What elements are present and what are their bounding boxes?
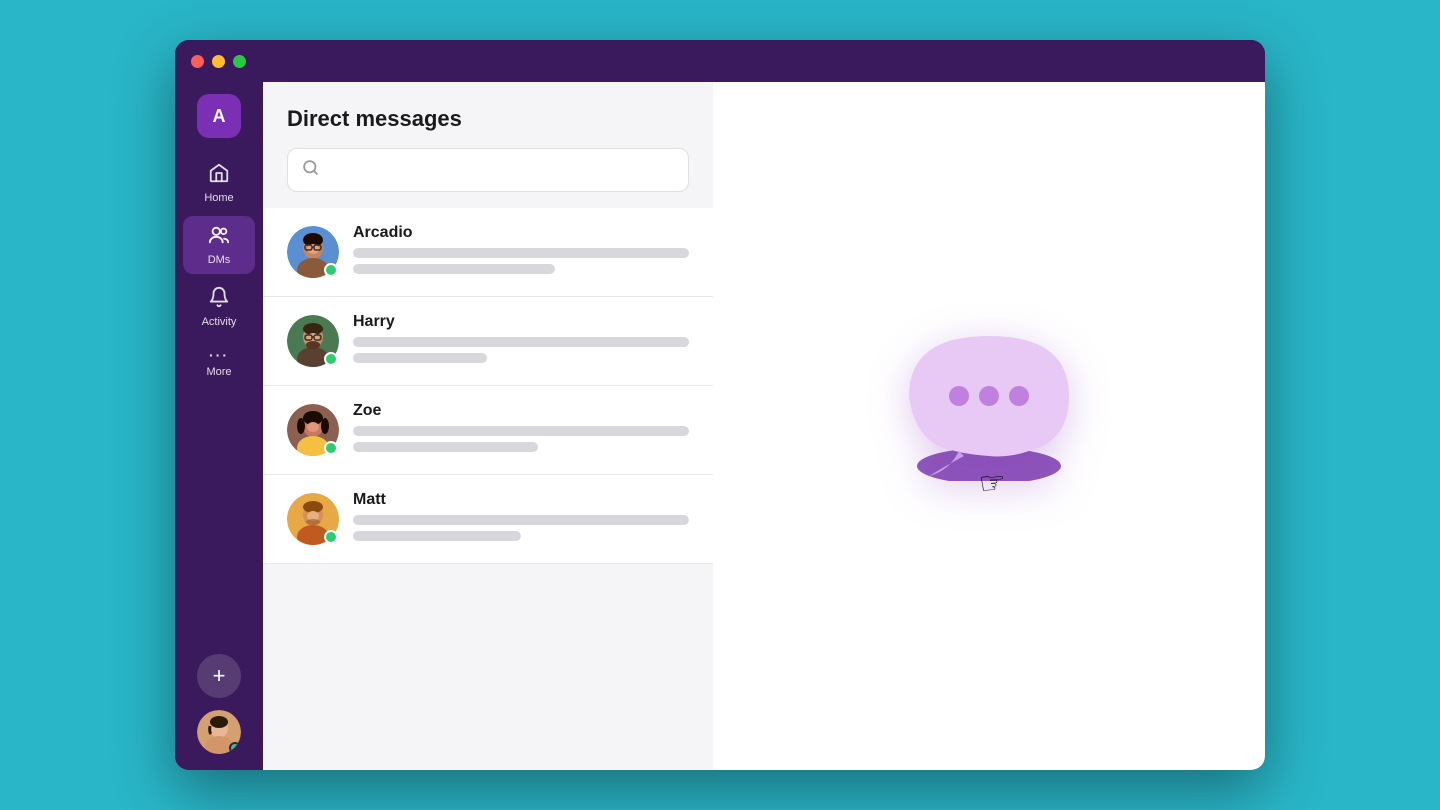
activity-icon: [208, 286, 230, 312]
matt-preview-1: [353, 515, 689, 525]
cursor-hand-icon: ☞: [978, 465, 1008, 502]
arcadio-preview-2: [353, 264, 555, 274]
arcadio-preview-1: [353, 248, 689, 258]
sidebar-item-more[interactable]: ··· More: [183, 340, 255, 386]
dm-item-harry[interactable]: Harry: [263, 297, 713, 386]
arcadio-name: Arcadio: [353, 224, 689, 242]
sidebar-item-activity[interactable]: Activity: [183, 278, 255, 336]
title-bar: [175, 40, 1265, 82]
arcadio-info: Arcadio: [353, 224, 689, 280]
dm-panel: Direct messages: [263, 82, 713, 770]
sidebar-user-initial[interactable]: A: [197, 94, 241, 138]
mascot-bubble-svg: [899, 326, 1079, 481]
zoe-name: Zoe: [353, 402, 689, 420]
user-online-status: [229, 742, 241, 754]
matt-info: Matt: [353, 491, 689, 547]
dms-icon: [208, 224, 230, 250]
add-conversation-button[interactable]: +: [197, 654, 241, 698]
sidebar-activity-label: Activity: [202, 316, 237, 328]
dm-item-matt[interactable]: Matt: [263, 475, 713, 564]
dm-panel-title: Direct messages: [287, 106, 689, 132]
matt-preview-2: [353, 531, 521, 541]
search-icon: [302, 159, 319, 181]
matt-online-dot: [324, 530, 338, 544]
sidebar-dms-label: DMs: [208, 254, 231, 266]
zoe-preview-2: [353, 442, 538, 452]
app-body: A Home: [175, 82, 1265, 770]
matt-name: Matt: [353, 491, 689, 509]
harry-preview-2: [353, 353, 487, 363]
harry-info: Harry: [353, 313, 689, 369]
dm-header: Direct messages: [263, 82, 713, 208]
zoe-info: Zoe: [353, 402, 689, 458]
zoe-preview-1: [353, 426, 689, 436]
search-input[interactable]: [329, 162, 674, 179]
harry-avatar: [287, 315, 339, 367]
minimize-button[interactable]: [212, 55, 225, 68]
search-bar[interactable]: [287, 148, 689, 192]
close-button[interactable]: [191, 55, 204, 68]
harry-preview-1: [353, 337, 689, 347]
harry-online-dot: [324, 352, 338, 366]
maximize-button[interactable]: [233, 55, 246, 68]
sidebar-item-home[interactable]: Home: [183, 154, 255, 212]
dm-item-zoe[interactable]: Zoe: [263, 386, 713, 475]
zoe-online-dot: [324, 441, 338, 455]
harry-name: Harry: [353, 313, 689, 331]
more-icon: ···: [209, 348, 229, 362]
matt-avatar: [287, 493, 339, 545]
arcadio-online-dot: [324, 263, 338, 277]
dm-list: Arcadio: [263, 208, 713, 770]
home-icon: [208, 162, 230, 188]
sidebar-more-label: More: [206, 366, 231, 378]
arcadio-avatar: [287, 226, 339, 278]
plus-icon: +: [213, 663, 226, 689]
main-content: Direct messages: [263, 82, 1265, 770]
sidebar-current-user-avatar[interactable]: [197, 710, 241, 754]
app-window: A Home: [175, 40, 1265, 770]
mascot-container: ☞: [879, 326, 1099, 526]
sidebar: A Home: [175, 82, 263, 770]
chat-area: ☞: [713, 82, 1265, 770]
sidebar-item-dms[interactable]: DMs: [183, 216, 255, 274]
zoe-avatar: [287, 404, 339, 456]
sidebar-home-label: Home: [204, 192, 233, 204]
dm-item-arcadio[interactable]: Arcadio: [263, 208, 713, 297]
